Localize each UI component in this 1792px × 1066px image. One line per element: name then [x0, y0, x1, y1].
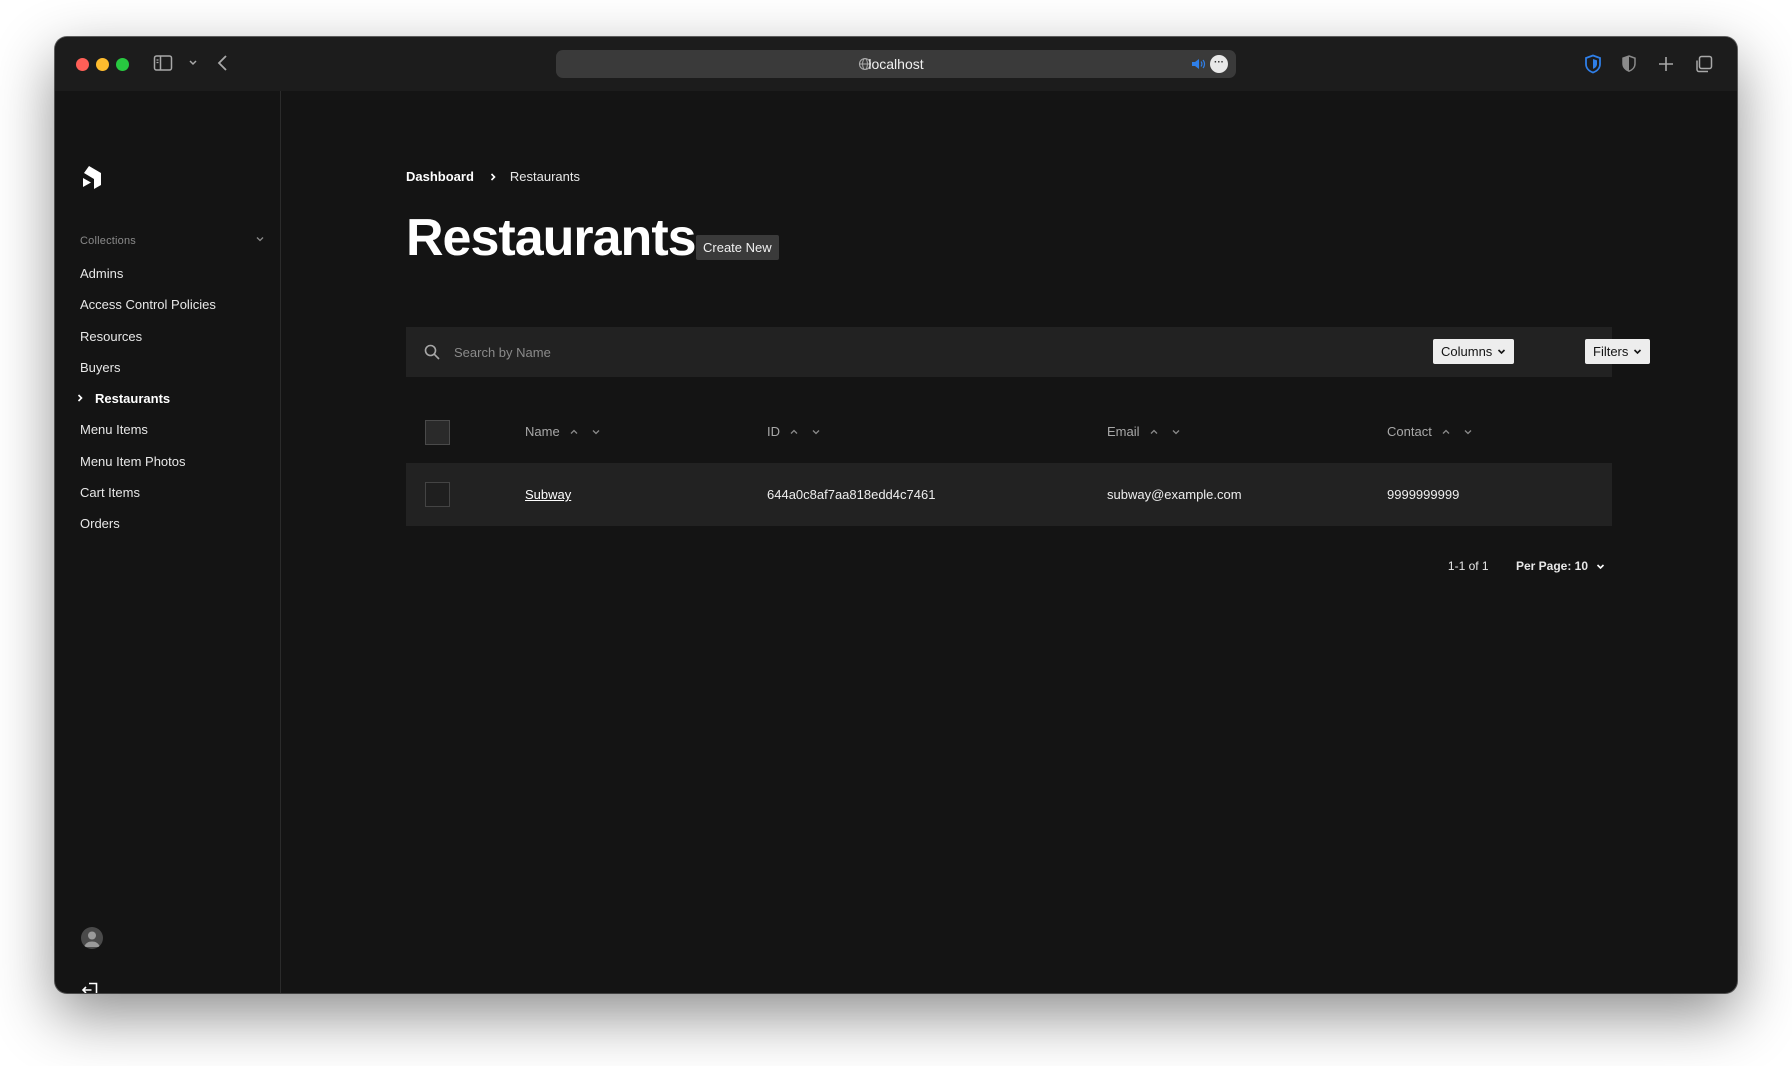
sidebar-item-menu-items[interactable]: Menu Items [80, 422, 216, 453]
account-avatar[interactable] [81, 927, 103, 949]
collections-nav: Admins Access Control Policies Resources… [77, 266, 216, 548]
zoom-window-button[interactable] [116, 58, 129, 71]
column-header-name[interactable]: Name [525, 424, 600, 439]
more-options-icon[interactable]: ··· [1210, 55, 1228, 73]
sidebar-item-buyers[interactable]: Buyers [80, 360, 216, 391]
sidebar-item-resources[interactable]: Resources [80, 329, 216, 360]
tab-overview-icon[interactable] [1694, 54, 1714, 80]
chevron-down-icon [1596, 564, 1605, 570]
close-window-button[interactable] [76, 58, 89, 71]
chevron-right-icon [77, 394, 83, 402]
sidebar: Collections Admins Access Control Polici… [55, 91, 281, 993]
collections-toggle[interactable]: Collections [80, 235, 265, 247]
user-icon [84, 931, 100, 947]
sidebar-item-label: Menu Item Photos [80, 453, 186, 469]
url-text: localhost [868, 56, 924, 72]
filters-label: Filters [1593, 344, 1629, 359]
sort-ascending-icon[interactable] [1442, 428, 1450, 436]
column-header-id[interactable]: ID [767, 424, 820, 439]
privacy-shield-icon[interactable] [1621, 54, 1637, 80]
select-all-checkbox[interactable] [425, 420, 450, 445]
sidebar-item-access-control-policies[interactable]: Access Control Policies [80, 297, 216, 328]
sidebar-item-label: Buyers [80, 359, 121, 375]
breadcrumb: Dashboard Restaurants [406, 169, 580, 184]
restaurant-email: subway@example.com [1107, 487, 1242, 502]
row-checkbox[interactable] [425, 482, 450, 507]
sidebar-toggle-icon[interactable] [153, 54, 173, 78]
minimize-window-button[interactable] [96, 58, 109, 71]
restaurant-name-link[interactable]: Subway [525, 487, 571, 502]
sort-descending-icon[interactable] [1172, 428, 1180, 436]
back-arrow-icon[interactable] [217, 54, 229, 78]
address-bar[interactable]: localhost ··· [556, 50, 1236, 78]
sidebar-item-label: Resources [80, 328, 143, 344]
restaurant-id: 644a0c8af7aa818edd4c7461 [767, 487, 936, 502]
search-icon [424, 344, 440, 360]
per-page-select[interactable]: Per Page: 10 [1516, 559, 1612, 573]
sidebar-item-cart-items[interactable]: Cart Items [80, 485, 216, 516]
breadcrumb-current: Restaurants [509, 169, 580, 184]
search-bar: Columns Filters [406, 327, 1651, 377]
page-title: Restaurants [406, 209, 697, 267]
sort-ascending-icon[interactable] [790, 428, 798, 436]
sort-descending-icon[interactable] [812, 428, 820, 436]
new-tab-icon[interactable] [1658, 54, 1674, 80]
sidebar-item-label: Admins [80, 266, 124, 281]
column-header-email[interactable]: Email [1107, 424, 1180, 439]
column-header-contact[interactable]: Contact [1387, 424, 1472, 439]
browser-titlebar: localhost ··· [55, 37, 1737, 91]
logout-icon[interactable] [81, 981, 99, 993]
browser-window: localhost ··· Collections Admins Access … [55, 37, 1737, 993]
sidebar-item-menu-item-photos[interactable]: Menu Item Photos [80, 454, 216, 485]
columns-button[interactable]: Columns [1433, 339, 1515, 364]
chevron-down-icon [1498, 349, 1506, 355]
sidebar-item-admins[interactable]: Admins [80, 266, 216, 297]
chevron-down-icon[interactable] [188, 54, 198, 78]
sidebar-item-restaurants[interactable]: Restaurants [77, 391, 216, 422]
pagination: 1-1 of 1 Per Page: 10 [1448, 559, 1612, 573]
table-header: Name ID Email Contact [406, 400, 1612, 463]
columns-label: Columns [1441, 344, 1493, 359]
chevron-down-icon [1634, 349, 1642, 355]
sidebar-item-label: Menu Items [80, 422, 148, 438]
sidebar-item-label: Cart Items [80, 485, 140, 501]
chevron-down-icon [256, 237, 264, 242]
breadcrumb-dashboard-link[interactable]: Dashboard [406, 169, 474, 184]
filters-button[interactable]: Filters [1585, 339, 1651, 364]
restaurants-table: Name ID Email Contact Subway 644a0c8af7a… [406, 400, 1612, 526]
sort-descending-icon[interactable] [592, 428, 600, 436]
app-logo-icon[interactable] [81, 165, 103, 191]
pagination-range: 1-1 of 1 [1447, 559, 1489, 573]
sort-descending-icon[interactable] [1464, 428, 1472, 436]
sidebar-item-label: Restaurants [95, 391, 171, 407]
create-new-button[interactable]: Create New [696, 235, 779, 260]
shield-extension-icon[interactable] [1583, 54, 1603, 80]
speaker-icon[interactable] [1190, 57, 1206, 71]
collections-label: Collections [80, 235, 137, 247]
chevron-right-icon [490, 173, 496, 181]
sort-ascending-icon[interactable] [1150, 428, 1158, 436]
restaurant-contact: 9999999999 [1387, 487, 1460, 502]
table-row: Subway 644a0c8af7aa818edd4c7461 subway@e… [406, 463, 1612, 526]
per-page-label: Per Page: 10 [1515, 559, 1588, 573]
sidebar-item-orders[interactable]: Orders [80, 516, 216, 547]
sort-ascending-icon[interactable] [570, 428, 578, 436]
sidebar-item-label: Orders [80, 516, 120, 532]
search-input[interactable] [454, 339, 1254, 365]
sidebar-item-label: Access Control Policies [80, 297, 216, 313]
